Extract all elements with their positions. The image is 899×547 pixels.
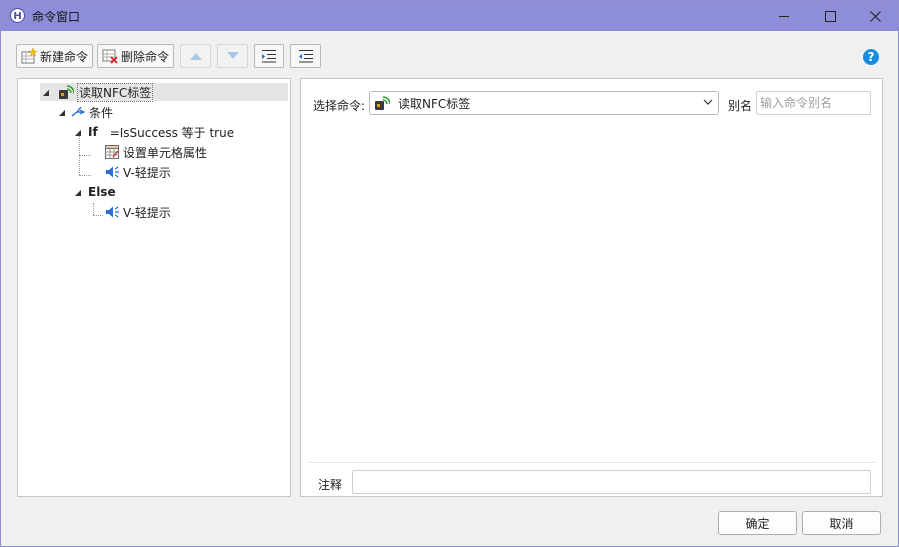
outdent-icon (298, 50, 313, 63)
command-window: H 命令窗口 新建命令 删除命令 ? ◢ 读取NFC标签 ◢ 条件 ◢ If =… (0, 0, 899, 547)
tree-connector-else-1 (93, 215, 103, 216)
move-down-button[interactable] (217, 44, 248, 68)
expand-arrow-icon[interactable]: ◢ (72, 128, 84, 137)
close-icon (869, 10, 881, 22)
table-cell-icon (104, 144, 120, 160)
help-icon[interactable]: ? (863, 49, 879, 65)
cancel-button[interactable]: 取消 (802, 511, 881, 535)
tree-node-read-nfc[interactable]: ◢ 读取NFC标签 (40, 82, 288, 102)
expand-arrow-icon[interactable]: ◢ (40, 88, 52, 97)
alias-input[interactable] (756, 91, 871, 115)
if-expression: =IsSuccess 等于 true (109, 125, 235, 140)
divider (308, 462, 876, 463)
note-input[interactable] (352, 470, 871, 494)
delete-command-button[interactable]: 删除命令 (97, 44, 174, 68)
tree-node-toast[interactable]: V-轻提示 (104, 163, 171, 181)
tree-connector-else (93, 203, 94, 215)
maximize-icon (824, 10, 836, 22)
title-bar: H 命令窗口 (1, 1, 898, 31)
tree-connector-if-1 (79, 155, 91, 156)
expand-arrow-icon[interactable]: ◢ (56, 108, 68, 117)
minimize-button[interactable] (761, 1, 807, 31)
app-logo-icon: H (10, 8, 25, 23)
else-keyword: Else (88, 185, 116, 199)
arrow-down-icon (226, 52, 239, 59)
tree-node-condition[interactable]: ◢ 条件 (56, 103, 113, 121)
condition-branch-icon (70, 104, 86, 120)
indent-button[interactable] (254, 44, 284, 68)
new-command-icon (21, 48, 37, 64)
arrow-up-icon (189, 53, 202, 60)
command-tree: ◢ 读取NFC标签 ◢ 条件 ◢ If =IsSuccess 等于 true 设… (17, 78, 291, 497)
outdent-button[interactable] (290, 44, 321, 68)
tree-node-set-cell-property[interactable]: 设置单元格属性 (104, 143, 207, 161)
minimize-icon (779, 15, 789, 17)
note-label: 注释 (318, 478, 343, 492)
ok-button[interactable]: 确定 (718, 511, 797, 535)
move-up-button[interactable] (180, 44, 211, 68)
tree-node-else[interactable]: ◢ Else (72, 183, 116, 201)
nfc-icon (374, 95, 391, 111)
close-button[interactable] (852, 1, 898, 31)
indent-icon (262, 50, 276, 63)
tree-node-label: V-轻提示 (123, 165, 171, 180)
chevron-down-icon (703, 99, 713, 105)
window-title: 命令窗口 (32, 10, 81, 24)
tree-node-if[interactable]: ◢ If =IsSuccess 等于 true (72, 123, 234, 141)
tree-connector-if-2 (79, 175, 91, 176)
speaker-icon (104, 164, 120, 180)
tree-node-toast[interactable]: V-轻提示 (104, 203, 171, 221)
maximize-button[interactable] (807, 1, 853, 31)
new-command-label: 新建命令 (40, 49, 89, 64)
new-command-button[interactable]: 新建命令 (16, 44, 93, 68)
expand-arrow-icon[interactable]: ◢ (72, 188, 84, 197)
select-command-label: 选择命令: (313, 99, 366, 113)
speaker-icon (104, 204, 120, 220)
tree-node-label: 设置单元格属性 (123, 145, 208, 160)
delete-command-label: 删除命令 (121, 49, 170, 64)
selected-command-value: 读取NFC标签 (398, 96, 471, 111)
nfc-icon (58, 84, 75, 100)
alias-label: 别名 (728, 99, 753, 113)
select-command-dropdown[interactable]: 读取NFC标签 (369, 91, 719, 115)
delete-command-icon (102, 49, 118, 64)
tree-node-label: 条件 (89, 105, 114, 120)
command-editor-panel: 选择命令: 读取NFC标签 别名 注释 (300, 78, 883, 497)
if-keyword: If (88, 125, 98, 139)
tree-node-label: 读取NFC标签 (77, 82, 154, 102)
tree-node-label: V-轻提示 (123, 205, 171, 220)
